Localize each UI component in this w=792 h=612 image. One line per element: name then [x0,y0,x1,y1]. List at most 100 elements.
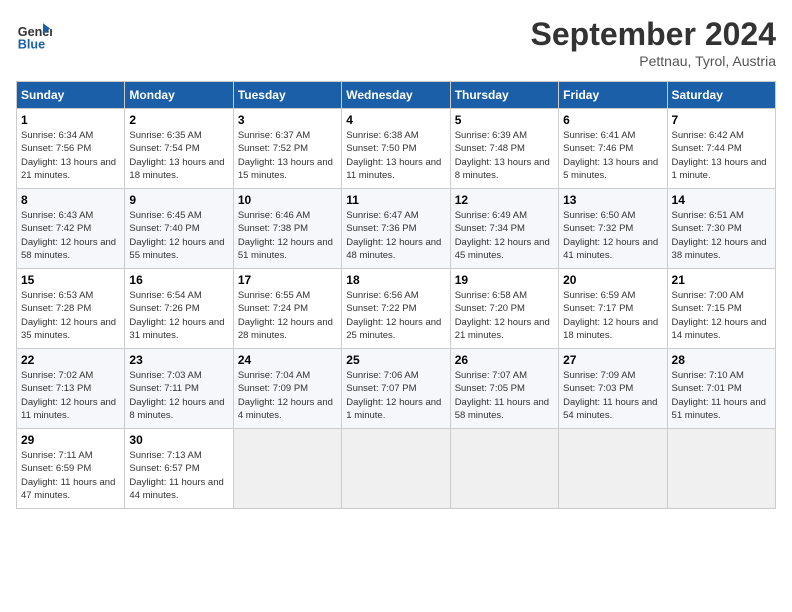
day-number: 6 [563,113,662,127]
calendar-day-19: 19 Sunrise: 6:58 AMSunset: 7:20 PMDayligh… [450,269,558,349]
day-info: Sunrise: 6:58 AMSunset: 7:20 PMDaylight:… [455,289,554,342]
day-number: 5 [455,113,554,127]
day-number: 14 [672,193,771,207]
calendar-day-15: 15 Sunrise: 6:53 AMSunset: 7:28 PMDayligh… [17,269,125,349]
day-info: Sunrise: 6:50 AMSunset: 7:32 PMDaylight:… [563,209,662,262]
calendar-week-1: 1 Sunrise: 6:34 AMSunset: 7:56 PMDaylight… [17,109,776,189]
calendar-day-empty [667,429,775,509]
day-info: Sunrise: 6:46 AMSunset: 7:38 PMDaylight:… [238,209,337,262]
day-number: 10 [238,193,337,207]
day-number: 27 [563,353,662,367]
day-number: 3 [238,113,337,127]
calendar-week-4: 22 Sunrise: 7:02 AMSunset: 7:13 PMDayligh… [17,349,776,429]
day-info: Sunrise: 7:03 AMSunset: 7:11 PMDaylight:… [129,369,228,422]
calendar-day-3: 3Sunrise: 6:37 AMSunset: 7:52 PMDaylight… [233,109,341,189]
col-header-tuesday: Tuesday [233,82,341,109]
day-info: Sunrise: 6:42 AMSunset: 7:44 PMDaylight:… [672,129,771,182]
day-number: 26 [455,353,554,367]
day-number: 30 [129,433,228,447]
day-info: Sunrise: 7:11 AMSunset: 6:59 PMDaylight:… [21,449,120,502]
calendar-day-27: 27 Sunrise: 7:09 AMSunset: 7:03 PMDayligh… [559,349,667,429]
page-header: General Blue September 2024 Pettnau, Tyr… [16,16,776,69]
day-info: Sunrise: 6:45 AMSunset: 7:40 PMDaylight:… [129,209,228,262]
day-info: Sunrise: 6:34 AMSunset: 7:56 PMDaylight:… [21,129,120,182]
day-info: Sunrise: 7:00 AMSunset: 7:15 PMDaylight:… [672,289,771,342]
col-header-friday: Friday [559,82,667,109]
calendar-day-14: 14 Sunrise: 6:51 AMSunset: 7:30 PMDayligh… [667,189,775,269]
svg-text:Blue: Blue [18,37,45,51]
calendar-day-10: 10 Sunrise: 6:46 AMSunset: 7:38 PMDayligh… [233,189,341,269]
calendar-day-20: 20 Sunrise: 6:59 AMSunset: 7:17 PMDayligh… [559,269,667,349]
day-number: 16 [129,273,228,287]
logo-icon: General Blue [16,16,52,52]
day-number: 13 [563,193,662,207]
calendar-day-1: 1 Sunrise: 6:34 AMSunset: 7:56 PMDaylight… [17,109,125,189]
calendar-day-4: 4Sunrise: 6:38 AMSunset: 7:50 PMDaylight… [342,109,450,189]
col-header-saturday: Saturday [667,82,775,109]
calendar-day-5: 5 Sunrise: 6:39 AMSunset: 7:48 PMDaylight… [450,109,558,189]
calendar-day-7: 7 Sunrise: 6:42 AMSunset: 7:44 PMDaylight… [667,109,775,189]
calendar-week-3: 15 Sunrise: 6:53 AMSunset: 7:28 PMDayligh… [17,269,776,349]
day-number: 25 [346,353,445,367]
calendar-day-22: 22 Sunrise: 7:02 AMSunset: 7:13 PMDayligh… [17,349,125,429]
calendar-day-29: 29 Sunrise: 7:11 AMSunset: 6:59 PMDayligh… [17,429,125,509]
calendar-day-6: 6 Sunrise: 6:41 AMSunset: 7:46 PMDaylight… [559,109,667,189]
day-number: 23 [129,353,228,367]
day-number: 29 [21,433,120,447]
day-info: Sunrise: 6:43 AMSunset: 7:42 PMDaylight:… [21,209,120,262]
calendar-day-empty [559,429,667,509]
day-number: 12 [455,193,554,207]
day-info: Sunrise: 7:10 AMSunset: 7:01 PMDaylight:… [672,369,771,422]
calendar-header-row: SundayMondayTuesdayWednesdayThursdayFrid… [17,82,776,109]
day-info: Sunrise: 6:51 AMSunset: 7:30 PMDaylight:… [672,209,771,262]
day-info: Sunrise: 6:35 AMSunset: 7:54 PMDaylight:… [129,129,228,182]
day-number: 17 [238,273,337,287]
calendar-day-12: 12 Sunrise: 6:49 AMSunset: 7:34 PMDayligh… [450,189,558,269]
day-info: Sunrise: 7:07 AMSunset: 7:05 PMDaylight:… [455,369,554,422]
day-info: Sunrise: 6:53 AMSunset: 7:28 PMDaylight:… [21,289,120,342]
day-info: Sunrise: 6:39 AMSunset: 7:48 PMDaylight:… [455,129,554,182]
day-info: Sunrise: 7:02 AMSunset: 7:13 PMDaylight:… [21,369,120,422]
day-info: Sunrise: 6:38 AMSunset: 7:50 PMDaylight:… [346,129,445,182]
day-info: Sunrise: 6:55 AMSunset: 7:24 PMDaylight:… [238,289,337,342]
calendar-day-11: 11Sunrise: 6:47 AMSunset: 7:36 PMDayligh… [342,189,450,269]
day-info: Sunrise: 7:09 AMSunset: 7:03 PMDaylight:… [563,369,662,422]
calendar-week-2: 8 Sunrise: 6:43 AMSunset: 7:42 PMDaylight… [17,189,776,269]
day-number: 9 [129,193,228,207]
day-info: Sunrise: 6:56 AMSunset: 7:22 PMDaylight:… [346,289,445,342]
col-header-sunday: Sunday [17,82,125,109]
calendar-day-25: 25 Sunrise: 7:06 AMSunset: 7:07 PMDayligh… [342,349,450,429]
title-block: September 2024 Pettnau, Tyrol, Austria [531,16,776,69]
day-number: 8 [21,193,120,207]
day-number: 20 [563,273,662,287]
day-number: 22 [21,353,120,367]
day-info: Sunrise: 6:49 AMSunset: 7:34 PMDaylight:… [455,209,554,262]
day-number: 1 [21,113,120,127]
logo: General Blue [16,16,52,52]
calendar-day-30: 30Sunrise: 7:13 AMSunset: 6:57 PMDayligh… [125,429,233,509]
month-title: September 2024 [531,16,776,53]
calendar-day-17: 17 Sunrise: 6:55 AMSunset: 7:24 PMDayligh… [233,269,341,349]
calendar-table: SundayMondayTuesdayWednesdayThursdayFrid… [16,81,776,509]
calendar-day-21: 21Sunrise: 7:00 AMSunset: 7:15 PMDayligh… [667,269,775,349]
calendar-day-2: 2 Sunrise: 6:35 AMSunset: 7:54 PMDaylight… [125,109,233,189]
day-number: 11 [346,193,445,207]
calendar-day-13: 13 Sunrise: 6:50 AMSunset: 7:32 PMDayligh… [559,189,667,269]
day-number: 28 [672,353,771,367]
day-number: 24 [238,353,337,367]
day-number: 7 [672,113,771,127]
col-header-wednesday: Wednesday [342,82,450,109]
day-info: Sunrise: 6:41 AMSunset: 7:46 PMDaylight:… [563,129,662,182]
col-header-monday: Monday [125,82,233,109]
day-number: 15 [21,273,120,287]
day-info: Sunrise: 7:04 AMSunset: 7:09 PMDaylight:… [238,369,337,422]
calendar-week-5: 29 Sunrise: 7:11 AMSunset: 6:59 PMDayligh… [17,429,776,509]
day-info: Sunrise: 7:06 AMSunset: 7:07 PMDaylight:… [346,369,445,422]
calendar-day-23: 23 Sunrise: 7:03 AMSunset: 7:11 PMDayligh… [125,349,233,429]
day-info: Sunrise: 6:54 AMSunset: 7:26 PMDaylight:… [129,289,228,342]
calendar-day-9: 9 Sunrise: 6:45 AMSunset: 7:40 PMDaylight… [125,189,233,269]
day-info: Sunrise: 6:59 AMSunset: 7:17 PMDaylight:… [563,289,662,342]
day-number: 19 [455,273,554,287]
day-number: 2 [129,113,228,127]
location-subtitle: Pettnau, Tyrol, Austria [531,53,776,69]
